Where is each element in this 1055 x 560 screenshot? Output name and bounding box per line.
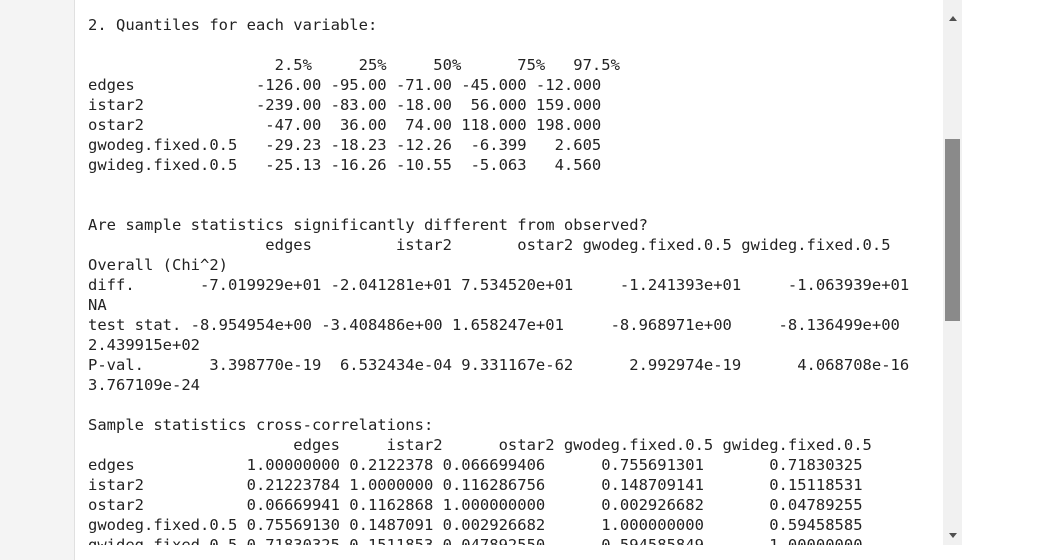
scroll-thumb[interactable] <box>945 139 960 321</box>
output-line: istar2 0.21223784 1.0000000 0.116286756 … <box>88 476 863 494</box>
output-line: Are sample statistics significantly diff… <box>88 216 648 234</box>
arrow-down-icon <box>948 532 957 538</box>
output-line: ostar2 0.06669941 0.1162868 1.000000000 … <box>88 496 863 514</box>
output-line: edges -126.00 -95.00 -71.00 -45.000 -12.… <box>88 76 602 94</box>
output-line: edges 1.00000000 0.2122378 0.066699406 0… <box>88 456 863 474</box>
output-line: gwideg.fixed.0.5 -25.13 -16.26 -10.55 -5… <box>88 156 602 174</box>
output-line: diff. -7.019929e+01 -2.041281e+01 7.5345… <box>88 276 910 294</box>
output-line: 2.439915e+02 <box>88 336 200 354</box>
output-line: P-val. 3.398770e-19 6.532434e-04 9.33116… <box>88 356 910 374</box>
console-output: 2. Quantiles for each variable: 2.5% 25%… <box>75 0 943 545</box>
output-line: 2.5% 25% 50% 75% 97.5% <box>88 56 620 74</box>
output-line: ostar2 -47.00 36.00 74.00 118.000 198.00… <box>88 116 602 134</box>
output-line: Overall (Chi^2) <box>88 256 228 274</box>
output-line: 2. Quantiles for each variable: <box>88 16 378 34</box>
scroll-up-button[interactable] <box>943 9 962 27</box>
output-line: edges istar2 ostar2 gwodeg.fixed.0.5 gwi… <box>88 436 872 454</box>
output-line: 3.767109e-24 <box>88 376 200 394</box>
output-line: NA <box>88 296 107 314</box>
vertical-scrollbar[interactable] <box>943 0 962 545</box>
output-line: istar2 -239.00 -83.00 -18.00 56.000 159.… <box>88 96 602 114</box>
output-line: gwideg.fixed.0.5 0.71830325 0.1511853 0.… <box>88 536 863 545</box>
output-line: Sample statistics cross-correlations: <box>88 416 434 434</box>
scroll-down-button[interactable] <box>943 526 962 544</box>
output-line: edges istar2 ostar2 gwodeg.fixed.0.5 gwi… <box>88 236 891 254</box>
arrow-up-icon <box>948 15 957 21</box>
right-gutter <box>962 0 1055 560</box>
output-line: gwodeg.fixed.0.5 -29.23 -18.23 -12.26 -6… <box>88 136 602 154</box>
output-line: test stat. -8.954954e+00 -3.408486e+00 1… <box>88 316 900 334</box>
output-line: gwodeg.fixed.0.5 0.75569130 0.1487091 0.… <box>88 516 863 534</box>
left-gutter <box>0 0 75 560</box>
